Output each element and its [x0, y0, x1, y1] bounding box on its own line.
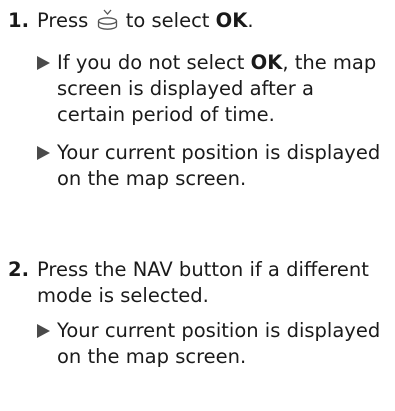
bullet-arrow-icon [37, 324, 50, 338]
step-1-bullet-1-text: If you do not select OK, the map screen … [37, 50, 387, 128]
interface-dial-push-icon [97, 9, 117, 30]
step-1-period: . [247, 9, 254, 32]
ok-label: OK [215, 9, 248, 32]
step-1-number: 1. [8, 9, 29, 32]
step-1-text: Press to select OK. [0, 8, 395, 34]
step-1-bullet-1: If you do not select OK, the map screen … [37, 50, 387, 128]
step-1-text-before: Press [37, 9, 89, 32]
step-2-bullet-1: Your current position is displayed on th… [37, 318, 387, 370]
step-2: 2. Press the NAV button if a different m… [0, 257, 395, 309]
bullet-1-prefix: If you do not select [57, 51, 245, 74]
ok-label: OK [250, 51, 283, 74]
bullet-arrow-icon [37, 56, 50, 70]
step-1: 1. Press to select OK. [0, 8, 395, 34]
step-1-instruction: 1. Press to select OK. [0, 8, 395, 34]
step-2-instruction: 2. Press the NAV button if a different m… [0, 257, 395, 309]
step-1-text-after: to select [125, 9, 210, 32]
bullet-arrow-icon [37, 146, 50, 160]
step-2-number: 2. [8, 258, 29, 281]
step-2-text: Press the NAV button if a different mode… [37, 258, 369, 307]
step-1-bullet-2: Your current position is displayed on th… [37, 140, 387, 192]
step-2-bullet-1-text: Your current position is displayed on th… [57, 319, 381, 368]
step-1-bullet-2-text: Your current position is displayed on th… [57, 141, 381, 190]
